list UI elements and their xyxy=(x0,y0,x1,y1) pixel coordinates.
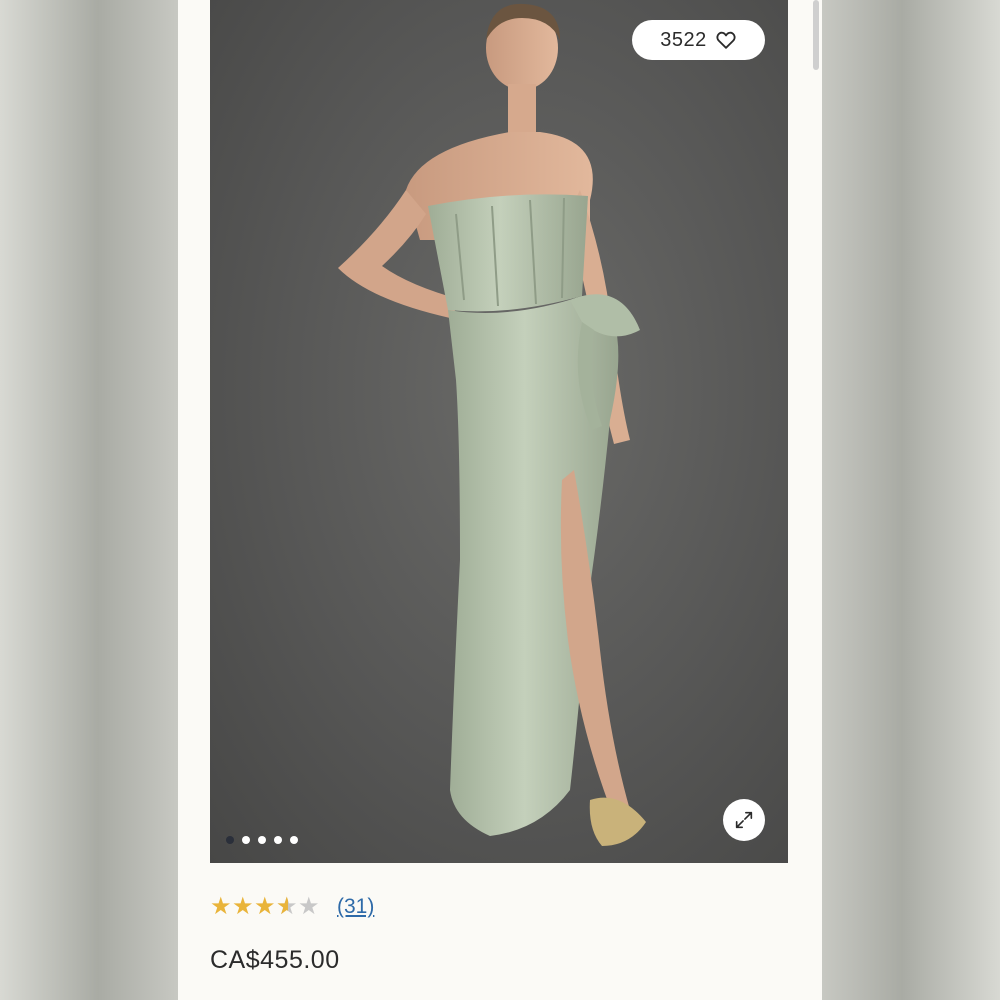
gallery-dot-1[interactable] xyxy=(226,836,234,844)
product-price: CA$455.00 xyxy=(210,946,340,974)
heart-outline-icon xyxy=(716,31,736,49)
backdrop-left xyxy=(0,0,178,1000)
scrollbar[interactable] xyxy=(813,0,819,70)
product-rating: ★ ★ ★ ★ ★ (31) xyxy=(210,893,374,920)
model-photo xyxy=(338,3,646,846)
star-half-icon: ★ xyxy=(276,895,298,920)
star-rating: ★ ★ ★ ★ ★ xyxy=(210,893,320,920)
expand-image-button[interactable] xyxy=(723,799,765,841)
gallery-dot-3[interactable] xyxy=(258,836,266,844)
expand-arrows-icon xyxy=(735,811,753,829)
star-empty-icon: ★ xyxy=(298,893,320,920)
product-page: 3522 ★ ★ ★ ★ ★ (31) CA$455.00 xyxy=(178,0,822,1000)
star-icon: ★ xyxy=(232,893,254,920)
review-count-link[interactable]: (31) xyxy=(337,895,374,919)
gallery-dot-2[interactable] xyxy=(242,836,250,844)
product-image[interactable]: 3522 xyxy=(210,0,788,863)
gallery-dot-5[interactable] xyxy=(290,836,298,844)
gallery-dot-4[interactable] xyxy=(274,836,282,844)
star-icon: ★ xyxy=(254,893,276,920)
gallery-pagination xyxy=(226,836,298,844)
star-icon: ★ xyxy=(210,893,232,920)
backdrop-right xyxy=(822,0,1000,1000)
like-count: 3522 xyxy=(660,28,707,51)
like-button[interactable]: 3522 xyxy=(632,20,765,60)
